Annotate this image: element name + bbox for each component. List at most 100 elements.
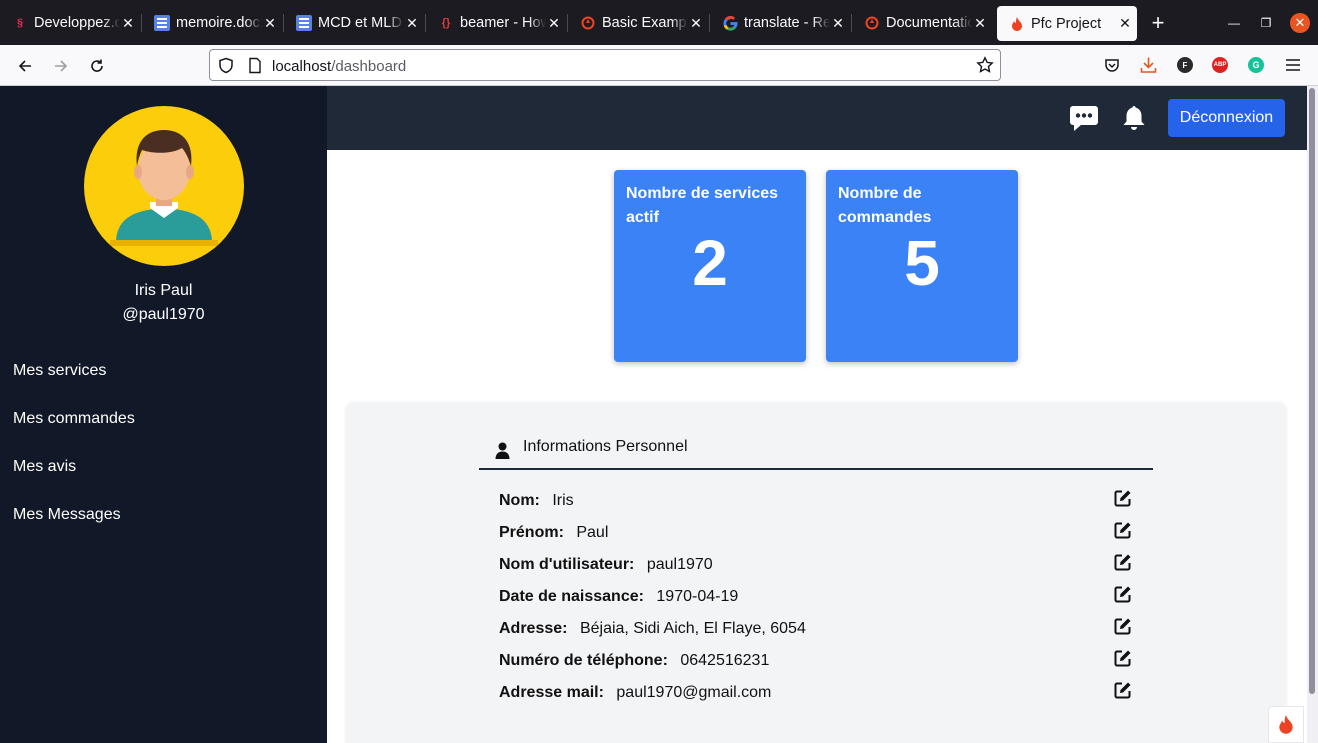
info-row-phone: Numéro de téléphone: 0642516231 xyxy=(499,649,1139,676)
codeigniter-icon xyxy=(864,15,880,31)
back-button[interactable] xyxy=(11,52,39,80)
pocket-icon[interactable] xyxy=(1104,58,1120,73)
google-icon xyxy=(722,15,738,31)
info-value: paul1970 xyxy=(646,556,713,573)
info-label: Date de naissance: xyxy=(499,588,644,605)
tab-title: Developpez.com xyxy=(34,15,120,31)
personal-info-title: Informations Personnel xyxy=(523,438,688,455)
stat-card-orders: Nombre de commandes 5 xyxy=(826,170,1018,362)
extension-f-icon[interactable]: F xyxy=(1177,57,1193,73)
tab-memoire[interactable]: memoire.docx ✕ xyxy=(142,6,282,40)
stat-value: 2 xyxy=(692,227,728,299)
reload-button[interactable] xyxy=(83,52,111,80)
tab-translate[interactable]: translate - Re ✕ xyxy=(710,6,850,40)
tab-pfc-project[interactable]: Pfc Project ✕ xyxy=(997,6,1137,41)
tab-basic-example[interactable]: Basic Example ✕ xyxy=(568,6,708,40)
sidebar: Iris Paul @paul1970 Mes services Mes com… xyxy=(0,86,327,743)
logout-button[interactable]: Déconnexion xyxy=(1168,99,1285,137)
grammarly-icon[interactable]: G xyxy=(1248,57,1264,73)
avatar xyxy=(84,106,244,266)
minimize-button[interactable]: — xyxy=(1224,13,1244,33)
hamburger-menu-icon[interactable] xyxy=(1285,58,1301,72)
chat-icon[interactable] xyxy=(1069,104,1099,132)
close-icon[interactable]: ✕ xyxy=(264,15,276,32)
info-row-username: Nom d'utilisateur: paul1970 xyxy=(499,553,1139,580)
tab-title: Pfc Project xyxy=(1031,15,1102,32)
tab-title: translate - Re xyxy=(744,15,830,31)
tab-strip: § Developpez.com ✕ memoire.docx ✕ MCD et… xyxy=(0,0,1318,45)
info-label: Nom: xyxy=(499,492,540,509)
tab-beamer[interactable]: {} beamer - How ✕ xyxy=(426,6,566,40)
info-value: paul1970@gmail.com xyxy=(616,684,772,701)
stat-label: Nombre de commandes xyxy=(838,185,932,226)
navigation-bar: localhost/dashboard F ABP G xyxy=(0,45,1318,86)
adblock-icon[interactable]: ABP xyxy=(1212,57,1228,73)
sidebar-item-messages[interactable]: Mes Messages xyxy=(13,506,121,524)
close-icon[interactable]: ✕ xyxy=(122,15,134,32)
bell-icon[interactable] xyxy=(1121,104,1147,132)
download-icon[interactable] xyxy=(1140,56,1157,74)
info-row-last-name: Nom: Iris xyxy=(499,489,1139,516)
codeigniter-flame-icon xyxy=(1279,715,1293,734)
codeigniter-icon xyxy=(1009,16,1025,32)
stat-label: Nombre de services actif xyxy=(626,185,779,226)
page-scrollbar[interactable] xyxy=(1307,86,1318,743)
close-icon[interactable]: ✕ xyxy=(690,15,702,32)
stat-card-services: Nombre de services actif 2 xyxy=(614,170,806,362)
url-path: /dashboard xyxy=(331,58,407,75)
edit-icon[interactable] xyxy=(1114,617,1132,635)
page-icon[interactable] xyxy=(248,57,262,74)
info-value: 0642516231 xyxy=(680,652,770,669)
personal-info-header: Informations Personnel xyxy=(479,432,1153,470)
sidebar-item-orders[interactable]: Mes commandes xyxy=(13,410,135,428)
info-label: Prénom: xyxy=(499,524,564,541)
document-icon xyxy=(154,15,170,31)
tab-documentation[interactable]: Documentation ✕ xyxy=(852,6,992,40)
tab-developpez[interactable]: § Developpez.com ✕ xyxy=(0,6,140,40)
info-label: Numéro de téléphone: xyxy=(499,652,668,669)
tab-title: memoire.docx xyxy=(176,15,262,31)
stat-value: 5 xyxy=(904,227,940,299)
edit-icon[interactable] xyxy=(1114,649,1132,667)
window-close-button[interactable]: ✕ xyxy=(1290,13,1310,33)
user-icon xyxy=(495,442,510,459)
restore-button[interactable]: ❐ xyxy=(1256,13,1276,33)
info-row-birth-date: Date de naissance: 1970-04-19 xyxy=(499,585,1139,612)
reload-icon xyxy=(91,59,103,72)
tab-title: Basic Example xyxy=(602,15,688,31)
edit-icon[interactable] xyxy=(1114,521,1132,539)
info-row-address: Adresse: Béjaia, Sidi Aich, El Flaye, 60… xyxy=(499,617,1139,644)
tab-title: MCD et MLD xyxy=(318,15,402,31)
shield-icon[interactable] xyxy=(218,57,234,74)
sidebar-item-services[interactable]: Mes services xyxy=(13,362,106,380)
close-icon[interactable]: ✕ xyxy=(832,15,844,32)
sidebar-item-reviews[interactable]: Mes avis xyxy=(13,458,76,476)
edit-icon[interactable] xyxy=(1114,553,1132,571)
overleaf-icon: {} xyxy=(441,17,451,29)
info-value: Iris xyxy=(552,492,574,509)
info-label: Nom d'utilisateur: xyxy=(499,556,635,573)
info-value: Béjaia, Sidi Aich, El Flaye, 6054 xyxy=(579,620,806,637)
close-icon[interactable]: ✕ xyxy=(406,15,418,32)
edit-icon[interactable] xyxy=(1114,585,1132,603)
app-viewport: Iris Paul @paul1970 Mes services Mes com… xyxy=(0,86,1307,743)
url-text[interactable]: localhost/dashboard xyxy=(272,58,406,75)
info-value: Paul xyxy=(576,524,609,541)
close-icon[interactable]: ✕ xyxy=(548,15,560,32)
info-row-email: Adresse mail: paul1970@gmail.com xyxy=(499,681,1139,708)
new-tab-button[interactable]: + xyxy=(1146,10,1170,36)
close-icon[interactable]: ✕ xyxy=(1119,15,1131,32)
forward-button[interactable] xyxy=(47,52,75,80)
document-icon xyxy=(296,15,312,31)
url-host: localhost xyxy=(272,58,332,75)
close-icon[interactable]: ✕ xyxy=(974,15,986,32)
edit-icon[interactable] xyxy=(1114,489,1132,507)
tab-mcd-mld[interactable]: MCD et MLD ✕ xyxy=(284,6,424,40)
edit-icon[interactable] xyxy=(1114,681,1132,699)
url-bar[interactable]: localhost/dashboard xyxy=(209,49,1001,81)
tab-title: beamer - How xyxy=(460,15,546,31)
debug-toolbar-button[interactable] xyxy=(1268,706,1304,743)
bookmark-star-icon[interactable] xyxy=(976,56,994,74)
top-bar: Déconnexion xyxy=(327,86,1307,150)
scrollbar-thumb[interactable] xyxy=(1309,88,1315,694)
